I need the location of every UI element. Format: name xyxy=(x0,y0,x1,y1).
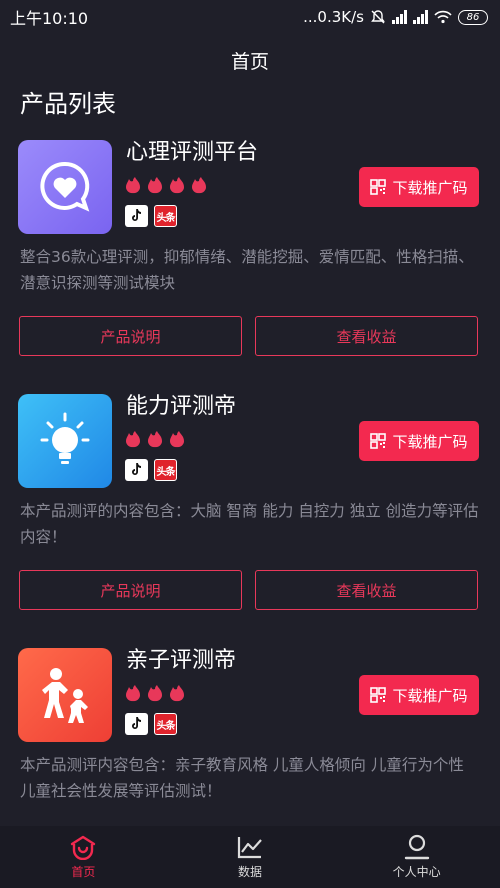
toutiao-icon: 头条 xyxy=(154,459,177,481)
download-qr-label: 下载推广码 xyxy=(392,686,468,705)
bottom-tab-bar: 首页 数据 个人中心 xyxy=(0,826,500,888)
status-indicators: ...0.3K/s 86 xyxy=(303,8,488,26)
flame-icon xyxy=(147,431,163,448)
flame-icon xyxy=(147,177,163,194)
signal-icon-2 xyxy=(413,10,428,24)
mute-icon xyxy=(371,10,385,24)
network-speed: ...0.3K/s xyxy=(303,8,364,26)
qr-code-icon xyxy=(370,179,387,195)
tiktok-icon xyxy=(125,205,148,227)
status-time: 上午10:10 xyxy=(10,9,89,28)
flame-icon xyxy=(169,685,185,702)
product-card: 心理评测平台 头条 下载推广码 整合36款心理评测，抑郁情绪、潜能挖掘、爱情匹配… xyxy=(0,140,500,394)
tiktok-icon xyxy=(125,713,148,735)
download-qr-button[interactable]: 下载推广码 xyxy=(359,167,479,207)
toutiao-icon: 头条 xyxy=(154,713,177,735)
product-card: 能力评测帝 头条 下载推广码 本产品测评的内容包含：大脑 智商 能力 自控力 独… xyxy=(0,394,500,648)
page-title: 首页 xyxy=(230,51,269,73)
tab-home[interactable]: 首页 xyxy=(0,826,167,888)
tiktok-icon xyxy=(125,459,148,481)
platform-badges: 头条 xyxy=(125,205,177,227)
parent-child-icon xyxy=(42,668,88,723)
product-info-button[interactable]: 产品说明 xyxy=(19,316,242,356)
battery-icon: 86 xyxy=(458,9,488,25)
wifi-icon xyxy=(434,10,452,24)
product-name: 亲子评测帝 xyxy=(126,648,237,673)
product-description: 本产品测评内容包含：亲子教育风格 儿童人格倾向 儿童行为个性 儿童社会性发展等评… xyxy=(20,756,464,800)
app-icon-ability[interactable] xyxy=(18,394,112,488)
flame-icon xyxy=(125,431,141,448)
product-name: 能力评测帝 xyxy=(126,394,237,419)
qr-code-icon xyxy=(370,433,387,449)
product-name: 心理评测平台 xyxy=(126,140,259,165)
qr-code-icon xyxy=(370,687,387,703)
flame-icon xyxy=(125,685,141,702)
view-earnings-button[interactable]: 查看收益 xyxy=(255,570,478,610)
download-qr-label: 下载推广码 xyxy=(392,178,468,197)
platform-badges: 头条 xyxy=(125,713,177,735)
lightbulb-icon xyxy=(40,412,90,464)
product-description: 整合36款心理评测，抑郁情绪、潜能挖掘、爱情匹配、性格扫描、潜意识探测等测试模块 xyxy=(20,248,474,292)
download-qr-label: 下载推广码 xyxy=(392,432,468,451)
toutiao-icon: 头条 xyxy=(154,205,177,227)
chat-heart-icon xyxy=(40,161,90,212)
download-qr-button[interactable]: 下载推广码 xyxy=(359,421,479,461)
tab-data[interactable]: 数据 xyxy=(167,826,334,888)
flame-icon xyxy=(169,177,185,194)
tab-label: 首页 xyxy=(71,865,96,879)
home-icon xyxy=(71,835,96,860)
rating xyxy=(124,684,186,702)
flame-icon xyxy=(169,431,185,448)
section-title: 产品列表 xyxy=(20,90,116,118)
tab-label: 个人中心 xyxy=(392,865,441,879)
download-qr-button[interactable]: 下载推广码 xyxy=(359,675,479,715)
product-info-button[interactable]: 产品说明 xyxy=(19,570,242,610)
flame-icon xyxy=(147,685,163,702)
chart-icon xyxy=(237,837,262,859)
app-icon-psychology[interactable] xyxy=(18,140,112,234)
platform-badges: 头条 xyxy=(125,459,177,481)
product-description: 本产品测评的内容包含：大脑 智商 能力 自控力 独立 创造力等评估内容！ xyxy=(20,502,479,546)
tab-profile[interactable]: 个人中心 xyxy=(333,826,500,888)
signal-icon xyxy=(392,10,407,24)
status-bar: 上午10:10 ...0.3K/s 86 xyxy=(0,0,500,34)
tab-label: 数据 xyxy=(238,865,263,879)
rating xyxy=(124,176,208,194)
flame-icon xyxy=(125,177,141,194)
app-icon-parenting[interactable] xyxy=(18,648,112,742)
flame-icon xyxy=(191,177,207,194)
view-earnings-button[interactable]: 查看收益 xyxy=(255,316,478,356)
profile-icon xyxy=(404,834,429,860)
rating xyxy=(124,430,186,448)
